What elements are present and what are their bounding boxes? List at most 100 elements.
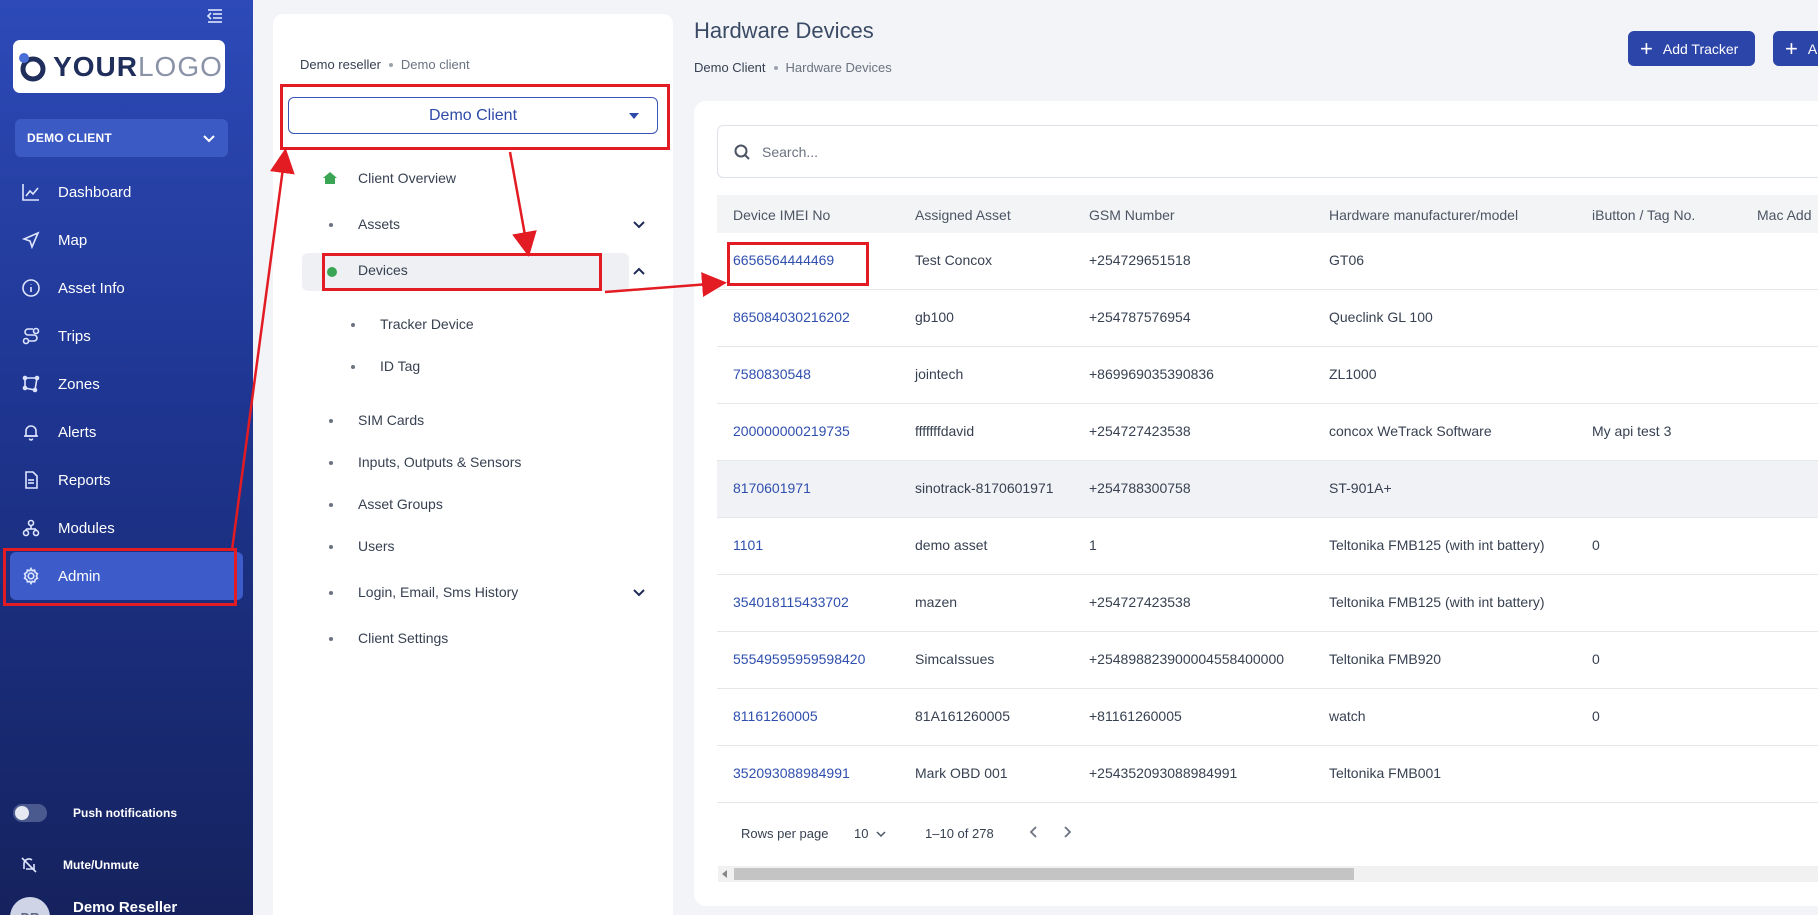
push-notifications-toggle[interactable] <box>13 804 47 822</box>
sidebar-item-label: Trips <box>58 327 91 345</box>
sidebar-item-modules[interactable]: Modules <box>0 504 253 552</box>
menu-asset-groups[interactable]: Asset Groups <box>329 496 443 512</box>
rows-per-page-select[interactable]: 10 <box>854 826 886 841</box>
breadcrumb-current: Demo client <box>400 57 470 72</box>
imei-link[interactable]: 865084030216202 <box>733 309 850 325</box>
sidebar-item-trips[interactable]: Trips <box>0 312 253 360</box>
menu-inputs-outputs[interactable]: Inputs, Outputs & Sensors <box>329 454 521 470</box>
table-cell: 0 <box>1592 708 1600 724</box>
table-row[interactable]: 352093088984991 Mark OBD 001 +254352093088… <box>717 746 1818 803</box>
chevron-down-icon <box>876 831 886 838</box>
breadcrumb-parent[interactable]: Demo reseller <box>300 57 381 72</box>
table-row[interactable]: 55549595959598420 SimcaIssues +25489882390… <box>717 632 1818 689</box>
logo-text-bold: YOUR <box>53 50 138 82</box>
menu-devices[interactable]: Devices <box>358 262 408 278</box>
table-cell: gb100 <box>915 309 954 325</box>
sidebar-item-map[interactable]: Map <box>0 216 253 264</box>
search-input[interactable] <box>762 143 1362 160</box>
plus-icon: + <box>1640 35 1653 61</box>
menu-devices-label: Devices <box>358 262 408 278</box>
sidebar-item-asset-info[interactable]: Asset Info <box>0 264 253 312</box>
imei-link[interactable]: 55549595959598420 <box>733 651 865 667</box>
table-row[interactable]: 6656564444469 Test Concox +254729651518 GT0… <box>717 233 1818 290</box>
table-cell: concox WeTrack Software <box>1329 423 1492 439</box>
scrollbar-thumb[interactable] <box>734 868 1354 880</box>
imei-link[interactable]: 1101 <box>733 537 763 553</box>
push-notifications-label: Push notifications <box>73 806 178 820</box>
search-box <box>717 125 1818 178</box>
chevron-down-icon[interactable] <box>632 218 646 232</box>
add-tracker-label: Add Tracker <box>1662 40 1739 57</box>
menu-users[interactable]: Users <box>329 538 395 554</box>
imei-link[interactable]: 200000000219735 <box>733 423 850 439</box>
document-icon <box>25 471 38 489</box>
horizontal-scrollbar[interactable] <box>718 866 1818 882</box>
table-header: Device IMEI No Assigned Asset GSM Number… <box>717 195 1818 233</box>
menu-devices-highlight <box>302 253 629 291</box>
table-cell: Teltonika FMB125 (with int battery) <box>1329 594 1545 610</box>
table-cell: +254352093088984991 <box>1089 765 1238 781</box>
menu-client-settings[interactable]: Client Settings <box>329 630 449 646</box>
scroll-left-icon[interactable] <box>722 870 727 878</box>
table-cell: Teltonika FMB920 <box>1329 651 1442 667</box>
collapse-menu-icon[interactable] <box>205 6 225 26</box>
avatar[interactable]: DR <box>10 897 50 915</box>
table-row[interactable]: 1101 demo asset 1 Teltonika FMB125 (with in… <box>717 518 1818 575</box>
breadcrumb: Demo Client Hardware Devices <box>694 60 892 75</box>
table-cell: 81A161260005 <box>915 708 1010 724</box>
menu-client-overview[interactable]: Client Overview <box>323 170 457 186</box>
table-row[interactable]: 7580830548 jointech +869969035390836 ZL1000 <box>717 347 1818 404</box>
sidebar-item-label: Modules <box>58 519 115 537</box>
navigation-arrow-icon <box>22 231 40 249</box>
client-selector[interactable]: DEMO CLIENT <box>15 119 228 157</box>
sidebar-item-zones[interactable]: Zones <box>0 360 253 408</box>
chevron-up-icon[interactable] <box>632 264 646 278</box>
table-cell: jointech <box>915 366 964 382</box>
table-cell: 1 <box>1089 537 1097 553</box>
next-page-icon[interactable] <box>1060 824 1074 840</box>
column-header[interactable]: GSM Number <box>1089 207 1175 223</box>
sidebar-item-admin[interactable]: Admin <box>10 552 243 600</box>
breadcrumb-parent[interactable]: Demo Client <box>694 60 766 75</box>
sidebar-item-reports[interactable]: Reports <box>0 456 253 504</box>
imei-link[interactable]: 352093088984991 <box>733 765 850 781</box>
column-header[interactable]: Device IMEI No <box>733 207 830 223</box>
mute-toggle[interactable]: Mute/Unmute <box>20 856 139 874</box>
imei-link[interactable]: 6656564444469 <box>733 252 834 268</box>
menu-assets[interactable]: Assets <box>329 216 401 232</box>
imei-link[interactable]: 354018115433702 <box>733 594 849 610</box>
user-name[interactable]: Demo Reseller <box>73 899 177 915</box>
table-row[interactable]: 8170601971 sinotrack-8170601971 +254788300… <box>717 461 1818 518</box>
menu-client-settings-label: Client Settings <box>358 630 449 646</box>
menu-id-tag[interactable]: ID Tag <box>351 358 420 374</box>
sidebar-item-dashboard[interactable]: Dashboard <box>0 168 253 216</box>
table-row[interactable]: 200000000219735 fffffffdavid +254727423538… <box>717 404 1818 461</box>
menu-assets-label: Assets <box>358 216 401 232</box>
table-cell: SimcaIssues <box>915 651 995 667</box>
chevron-down-icon[interactable] <box>632 586 646 600</box>
menu-client-overview-label: Client Overview <box>358 170 457 186</box>
sidebar-item-alerts[interactable]: Alerts <box>0 408 253 456</box>
imei-link[interactable]: 8170601971 <box>733 480 811 496</box>
sidebar: YOURLOGO DEMO CLIENT Dashboard Map Asset… <box>0 0 253 915</box>
previous-page-icon[interactable] <box>1027 824 1041 840</box>
bell-off-icon <box>21 857 37 873</box>
menu-login-history[interactable]: Login, Email, Sms History <box>329 584 518 600</box>
add-button[interactable]: + A <box>1773 31 1818 66</box>
table-row[interactable]: 81161260005 81A161260005 +81161260005 watch… <box>717 689 1818 746</box>
add-tracker-button[interactable]: + Add Tracker <box>1628 31 1755 66</box>
table-row[interactable]: 865084030216202 gb100 +254787576954 Queclin… <box>717 290 1818 347</box>
rows-per-page-value: 10 <box>854 826 869 841</box>
column-header[interactable]: Assigned Asset <box>915 207 1011 223</box>
column-header[interactable]: iButton / Tag No. <box>1592 207 1695 223</box>
imei-link[interactable]: 81161260005 <box>733 708 818 724</box>
sidebar-item-label: Admin <box>58 567 101 585</box>
imei-link[interactable]: 7580830548 <box>733 366 811 382</box>
menu-tracker-device[interactable]: Tracker Device <box>351 316 474 332</box>
table-cell: +869969035390836 <box>1089 366 1214 382</box>
menu-sim-cards[interactable]: SIM Cards <box>329 412 424 428</box>
column-header[interactable]: Mac Add <box>1757 207 1811 223</box>
column-header[interactable]: Hardware manufacturer/model <box>1329 207 1518 223</box>
table-row[interactable]: 354018115433702 mazen +254727423538 Teltoni… <box>717 575 1818 632</box>
client-dropdown[interactable]: Demo Client <box>288 97 658 134</box>
